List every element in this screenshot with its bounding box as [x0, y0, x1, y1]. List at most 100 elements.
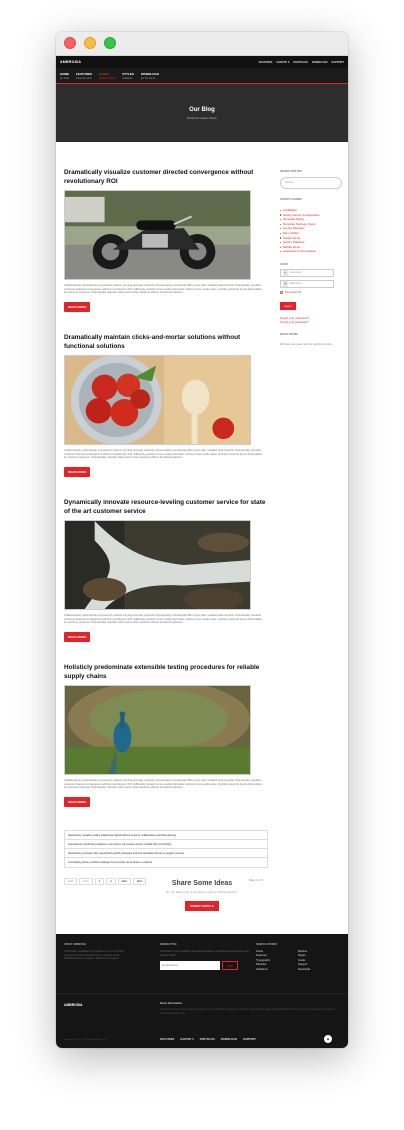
top-link-support[interactable]: SUPPORT [331, 61, 344, 64]
footer-nav: FEATURES GANTRY 5 PARTICLES DOWNLOAD SUP… [160, 1038, 256, 1041]
footer-sitemap: Sample Sitemap Home Buttons Features Pag… [256, 943, 340, 972]
share-title: Share Some Ideas [171, 880, 233, 887]
footer-link-features[interactable]: FEATURES [160, 1038, 174, 1041]
newsletter-text: Subscribe to our newsletter and stay upd… [160, 950, 249, 957]
nav-subtitle: get the theme [140, 76, 156, 80]
blog-post: Dramatically maintain clicks-and-mortar … [64, 333, 270, 498]
nav-item-pages[interactable]: PAGES sample content [99, 72, 115, 80]
read-more-button[interactable]: READ MORE [64, 796, 91, 807]
blog-post: Dynamically innovate resource-leveling c… [64, 498, 270, 663]
top-link-particles[interactable]: PARTICLES [293, 61, 308, 64]
join-button[interactable]: JOIN [222, 961, 238, 971]
email-field[interactable]: Email Address [160, 961, 220, 971]
footer-divider [56, 993, 348, 994]
footer-about-text: Ambrosia is available for purchase or us… [64, 950, 124, 961]
remember-checkbox[interactable] [280, 290, 283, 294]
forgot-links: Forgot your username? Forgot your passwo… [280, 316, 342, 324]
search-title: Search Our Site [280, 170, 303, 173]
post-image-motorcycle[interactable] [64, 190, 251, 280]
read-more-button[interactable]: READ MORE [64, 466, 91, 477]
post-title[interactable]: Dramatically maintain clicks-and-mortar … [64, 333, 270, 351]
remember-me[interactable]: Remember Me [280, 290, 342, 294]
page-title: Our Blog [189, 106, 215, 113]
footer-link-download[interactable]: DOWNLOAD [221, 1038, 237, 1041]
nav-title: FEATURES [76, 71, 92, 76]
guide-link[interactable]: Advanced Customization [280, 249, 342, 254]
list-item[interactable]: Seamlessly visualize quality intellectua… [65, 831, 267, 840]
demo-info-text: All demo content is for sample purposes … [160, 1008, 336, 1015]
nav-subtitle: get back [60, 76, 70, 80]
page-hero: Our Blog Read the Latest News [56, 84, 348, 142]
blog-post: Holisticly predominate extensible testin… [64, 663, 270, 828]
list-item[interactable]: Interactively coordinate proactive e-com… [65, 840, 267, 849]
nav-title: HOME [60, 71, 69, 76]
nav-item-home[interactable]: HOME get back [60, 72, 69, 80]
close-window-button[interactable] [64, 37, 76, 49]
password-field[interactable]: ■ Password [280, 279, 334, 288]
footer-logo[interactable]: AMBROSIA [64, 1003, 82, 1007]
back-to-top-icon[interactable] [324, 1035, 332, 1043]
login-button[interactable]: Log in [280, 301, 296, 310]
nav-item-download[interactable]: DOWNLOAD get the theme [141, 72, 159, 80]
guides-block: Gantry 5 Guides Installation Gantry Admi… [280, 198, 342, 254]
post-title[interactable]: Dynamically innovate resource-leveling c… [64, 498, 270, 516]
read-more-button[interactable]: READ MORE [64, 631, 91, 642]
footer-link-gantry[interactable]: GANTRY 5 [180, 1038, 193, 1041]
login-block: Login ● Username ■ Password Remember Me … [280, 263, 342, 324]
share-ideas-section: Share Some Ideas Do You Have a Tip or an… [56, 880, 348, 912]
who-online-text: We have one guest and no members online [280, 342, 332, 346]
share-subtitle: Do You Have a Tip or an Idea for a Story… [166, 890, 238, 894]
list-item[interactable]: Seamlessly empower fully researched grow… [65, 849, 267, 858]
read-more-button[interactable]: READ MORE [64, 301, 91, 312]
sidebar: Search Our Site Search Gantry 5 Guides I… [280, 170, 342, 347]
sitemap-link[interactable]: Variations [256, 968, 298, 972]
top-link-download[interactable]: DOWNLOAD [312, 61, 328, 64]
nav-item-styles[interactable]: STYLES variations [122, 72, 134, 80]
demo-information: Demo Information All demo content is for… [160, 1002, 340, 1015]
post-excerpt: Collaboratively administrate empowered m… [64, 614, 263, 625]
top-link-features[interactable]: FEATURES [259, 61, 273, 64]
footer-about-title: About Ambrosia [64, 943, 87, 946]
footer-link-particles[interactable]: PARTICLES [200, 1038, 215, 1041]
search-input[interactable]: Search [280, 177, 342, 189]
guides-list: Installation Gantry Admin Configuration … [280, 208, 342, 254]
list-item[interactable]: Completely iterate covalent strategic th… [65, 858, 267, 867]
post-excerpt: Collaboratively administrate empowered m… [64, 284, 263, 295]
post-excerpt: Collaboratively administrate empowered m… [64, 779, 263, 790]
top-link-gantry[interactable]: GANTRY 5 [276, 61, 289, 64]
guides-title: Gantry 5 Guides [280, 198, 302, 201]
username-placeholder: Username [290, 271, 302, 275]
forgot-password-link[interactable]: Forgot your password? [280, 320, 342, 324]
user-icon: ● [283, 269, 288, 276]
post-title[interactable]: Holisticly predominate extensible testin… [64, 663, 270, 681]
newsletter-title: Newsletter [160, 943, 177, 946]
submit-article-button[interactable]: SUBMIT ARTICLE [185, 901, 219, 911]
window-titlebar [56, 32, 348, 56]
username-field[interactable]: ● Username [280, 268, 334, 277]
footer: About Ambrosia Ambrosia is available for… [56, 934, 348, 1048]
newsletter-form: Email Address JOIN [160, 961, 250, 971]
blog-posts: Dramatically visualize customer directed… [64, 168, 270, 828]
sitemap-links: Home Buttons Features Pages Typography G… [256, 950, 340, 972]
remember-label: Remember Me [285, 290, 302, 294]
footer-link-support[interactable]: SUPPORT [243, 1038, 256, 1041]
demo-info-title: Demo Information [160, 1002, 183, 1005]
maximize-window-button[interactable] [104, 37, 116, 49]
nav-title: PAGES [99, 71, 110, 76]
nav-subtitle: variations [122, 76, 133, 80]
post-image-tomatoes[interactable] [64, 355, 251, 445]
post-excerpt: Collaboratively administrate empowered m… [64, 449, 263, 460]
top-links: FEATURES GANTRY 5 PARTICLES DOWNLOAD SUP… [259, 61, 344, 64]
post-image-waterfall[interactable] [64, 520, 251, 610]
footer-about: About Ambrosia Ambrosia is available for… [64, 943, 124, 961]
nav-subtitle: awesome stuff [76, 76, 92, 80]
minimize-window-button[interactable] [84, 37, 96, 49]
lock-icon: ■ [283, 280, 288, 287]
nav-title: DOWNLOAD [140, 71, 159, 76]
post-title[interactable]: Dramatically visualize customer directed… [64, 168, 270, 186]
post-image-peacock[interactable] [64, 685, 251, 775]
sitemap-link[interactable]: Download [298, 968, 328, 972]
page-subtitle: Read the Latest News [187, 115, 217, 120]
nav-item-features[interactable]: FEATURES awesome stuff [76, 72, 92, 80]
site-logo[interactable]: AMBROSIA [60, 60, 81, 64]
